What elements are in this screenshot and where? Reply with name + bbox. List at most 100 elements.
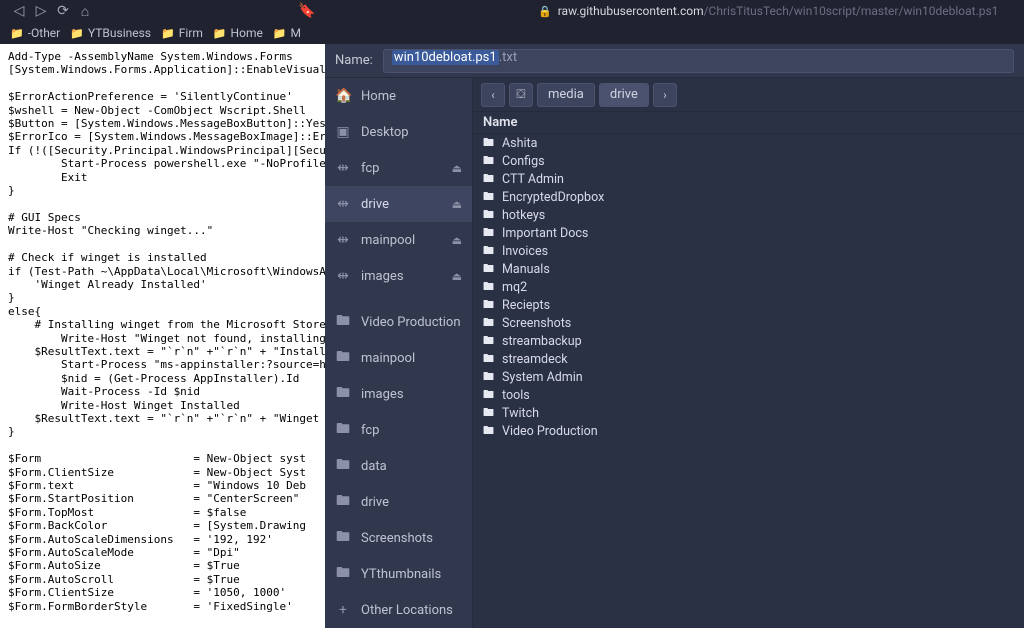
folder-row[interactable]: 🖿Invoices (473, 242, 1024, 260)
bookmark-folder[interactable]: 📁YTBusiness (70, 26, 151, 40)
forward-button[interactable]: ▷ (30, 1, 52, 21)
drive-icon: ⇹ (335, 196, 351, 212)
folder-row[interactable]: 🖿Video Production (473, 422, 1024, 440)
sidebar-other-locations[interactable]: + Other Locations (325, 592, 472, 628)
sidebar-item-drive[interactable]: ⇹ drive ⏏ (325, 186, 472, 222)
sidebar-bookmark[interactable]: 🖿mainpool (325, 340, 472, 376)
folder-row[interactable]: 🖿hotkeys (473, 206, 1024, 224)
eject-icon[interactable]: ⏏ (452, 198, 462, 211)
folder-row[interactable]: 🖿 System Admin (473, 368, 1024, 386)
sidebar-bookmark[interactable]: 🖿Video Production (325, 304, 472, 340)
drive-icon: ⇹ (335, 268, 351, 284)
eject-icon[interactable]: ⏏ (452, 270, 462, 283)
sidebar-bookmark[interactable]: 🖿images (325, 376, 472, 412)
folder-name: hotkeys (502, 208, 545, 223)
folder-row[interactable]: 🖿EncryptedDropbox (473, 188, 1024, 206)
folder-icon: 🖿 (335, 490, 351, 514)
home-button[interactable]: ⌂ (74, 1, 96, 21)
folder-icon: 🖿 (483, 278, 494, 297)
folder-icon: 🖿 (483, 260, 494, 279)
folder-name: CTT Admin (502, 172, 564, 187)
eject-icon[interactable]: ⏏ (452, 234, 462, 247)
eject-icon[interactable]: ⏏ (452, 162, 462, 175)
folder-name: mq2 (502, 280, 527, 295)
folder-name: Twitch (502, 406, 539, 421)
folder-name: Video Production (502, 424, 598, 439)
bookmark-folder[interactable]: 📁-Other (10, 26, 60, 40)
url-host: raw.githubusercontent.com (558, 4, 704, 18)
source-code-view[interactable]: Add-Type -AssemblyName System.Windows.Fo… (0, 44, 325, 628)
bookmark-folder[interactable]: 📁Home (213, 26, 263, 40)
folder-row[interactable]: 🖿 Twitch (473, 404, 1024, 422)
folder-row[interactable]: 🖿 mq2 (473, 278, 1024, 296)
folder-name: EncryptedDropbox (502, 190, 604, 205)
folder-name: System Admin (502, 370, 583, 385)
filename-row: Name: win10debloat.ps1.txt (325, 44, 1024, 78)
folder-name: Configs (502, 154, 545, 169)
sidebar-item-home[interactable]: 🏠 Home (325, 78, 472, 114)
folder-icon: 📁 (273, 27, 287, 40)
folder-icon: 🖿 (483, 386, 494, 405)
folder-icon: 🖿 (335, 526, 351, 550)
folder-name: Ashita (502, 136, 537, 151)
breadcrumb-forward[interactable]: › (653, 83, 677, 107)
folder-row[interactable]: 🖿tools (473, 386, 1024, 404)
folder-name: Reciepts (502, 298, 550, 313)
folder-icon: 🖿 (335, 310, 351, 334)
sidebar-item-images[interactable]: ⇹ images ⏏ (325, 258, 472, 294)
folder-icon: 🖿 (483, 224, 494, 243)
drive-icon: ⇹ (335, 232, 351, 248)
folder-name: Manuals (502, 262, 550, 277)
breadcrumb-segment-active[interactable]: drive (599, 83, 649, 107)
sidebar-bookmark[interactable]: 🖿Screenshots (325, 520, 472, 556)
folder-icon: 🖿 (483, 296, 494, 315)
folder-row[interactable]: 🖿 Important Docs (473, 224, 1024, 242)
filename-input[interactable]: win10debloat.ps1.txt (383, 49, 1014, 73)
folder-icon: 🖿 (483, 368, 494, 387)
folder-icon: 🖿 (335, 562, 351, 586)
folder-icon: 🖿 (335, 454, 351, 478)
folder-name: Screenshots (502, 316, 571, 331)
drive-icon: ⇹ (335, 160, 351, 176)
places-sidebar: 🏠 Home ▣ Desktop ⇹ fcp ⏏ ⇹ drive ⏏ (325, 78, 473, 628)
folder-icon: 🖿 (483, 170, 494, 189)
sidebar-bookmark[interactable]: 🖿YTthumbnails (325, 556, 472, 592)
folder-name: streamdeck (502, 352, 568, 367)
column-header-name[interactable]: Name (473, 112, 1024, 134)
folder-row[interactable]: 🖿 Manuals (473, 260, 1024, 278)
folder-name: Important Docs (502, 226, 588, 241)
filename-main: win10debloat.ps1 (392, 50, 499, 65)
folder-row[interactable]: 🖿Screenshots (473, 314, 1024, 332)
folder-row[interactable]: 🖿 Reciepts (473, 296, 1024, 314)
sidebar-bookmark[interactable]: 🖿fcp (325, 412, 472, 448)
folder-icon: 🖿 (483, 332, 494, 351)
sidebar-item-mainpool[interactable]: ⇹ mainpool ⏏ (325, 222, 472, 258)
sidebar-item-desktop[interactable]: ▣ Desktop (325, 114, 472, 150)
folder-icon: 🖿 (335, 382, 351, 406)
folder-row[interactable]: 🖿 CTT Admin (473, 170, 1024, 188)
file-list: 🖿Ashita🖿Configs🖿CTT Admin🖿EncryptedDropb… (473, 134, 1024, 628)
file-save-dialog: Name: win10debloat.ps1.txt 🏠 Home ▣ Desk… (325, 44, 1024, 628)
sidebar-bookmark[interactable]: 🖿data (325, 448, 472, 484)
sidebar-bookmark[interactable]: 🖿drive (325, 484, 472, 520)
bookmark-folder[interactable]: 📁M (273, 26, 301, 40)
bookmark-folder[interactable]: 📁Firm (161, 26, 203, 40)
breadcrumb-back[interactable]: ‹ (481, 83, 505, 107)
breadcrumb-drive-icon[interactable]: ⛋ (509, 83, 533, 107)
folder-row[interactable]: 🖿 Ashita (473, 134, 1024, 152)
folder-row[interactable]: 🖿 streambackup (473, 332, 1024, 350)
breadcrumb-segment[interactable]: media (537, 83, 595, 107)
reload-button[interactable]: ⟳ (52, 1, 74, 21)
sidebar-item-fcp[interactable]: ⇹ fcp ⏏ (325, 150, 472, 186)
url-bar[interactable]: 🔒 raw.githubusercontent.com/ChrisTitusTe… (538, 4, 1016, 18)
folder-icon: 🖿 (483, 152, 494, 171)
folder-row[interactable]: 🖿 Configs (473, 152, 1024, 170)
folder-icon: 🖿 (483, 404, 494, 423)
plus-icon: + (335, 602, 351, 618)
folder-name: streambackup (502, 334, 582, 349)
bookmark-icon[interactable]: 🔖 (296, 1, 318, 21)
folder-icon: 🖿 (483, 134, 494, 153)
filename-ext: .txt (499, 50, 517, 65)
folder-row[interactable]: 🖿streamdeck (473, 350, 1024, 368)
back-button[interactable]: ◁ (8, 1, 30, 21)
